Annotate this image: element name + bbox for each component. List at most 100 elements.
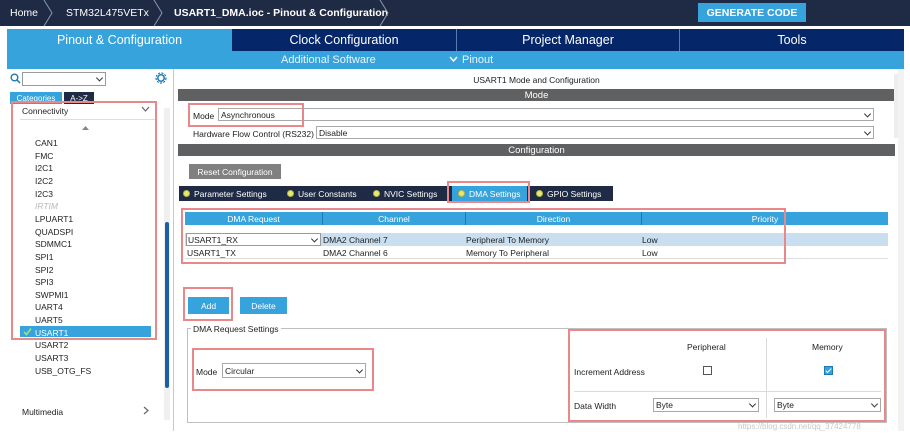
hardware-flow-control-label: Hardware Flow Control (RS232): [193, 129, 314, 139]
memory-increment-checkbox[interactable]: [824, 366, 833, 375]
divider: [20, 119, 155, 120]
dma-mode-label: Mode: [196, 367, 218, 377]
group-title: DMA Request Settings: [191, 324, 281, 334]
sidebar-item-sdmmc1[interactable]: SDMMC1: [35, 239, 72, 249]
config-subtabs: Parameter Settings User Constants NVIC S…: [179, 186, 613, 201]
channel-cell: DMA2 Channel 7: [323, 234, 388, 245]
row-divider: [574, 391, 881, 392]
direction-cell: Peripheral To Memory: [466, 234, 549, 245]
priority-cell: Low: [642, 234, 658, 245]
sidebar-item-quadspi[interactable]: QUADSPI: [35, 227, 73, 237]
chevron-down-icon: [863, 109, 872, 118]
sidebar-item-usb_otg_fs[interactable]: USB_OTG_FS: [35, 366, 91, 376]
sidebar-item-swpmi1[interactable]: SWPMI1: [35, 290, 69, 300]
peripheral-header: Peripheral: [687, 342, 726, 352]
right-scrollbar[interactable]: [898, 69, 904, 431]
tab-tools[interactable]: Tools: [680, 29, 904, 51]
delete-button[interactable]: Delete: [240, 297, 287, 314]
group-multimedia[interactable]: Multimedia: [22, 407, 63, 417]
pinout-menu[interactable]: Pinout: [462, 51, 493, 69]
sidebar-item-lpuart1[interactable]: LPUART1: [35, 214, 73, 224]
tab-nvic-settings[interactable]: NVIC Settings: [373, 186, 437, 201]
chevron-down-icon: [355, 365, 364, 374]
mode-select[interactable]: Asynchronous: [218, 108, 874, 121]
gear-icon[interactable]: [155, 72, 167, 84]
sidebar-item-spi1[interactable]: SPI1: [35, 252, 53, 262]
chevron-down-icon: [95, 74, 104, 82]
breadcrumb-separator: [43, 0, 53, 26]
configuration-section-header: Configuration: [178, 144, 895, 156]
column-priority[interactable]: Priority: [642, 212, 888, 225]
column-channel[interactable]: Channel: [323, 212, 465, 225]
sidebar-item-i2c2[interactable]: I2C2: [35, 176, 53, 186]
add-button[interactable]: Add: [188, 297, 229, 314]
breadcrumb-project[interactable]: USART1_DMA.ioc - Pinout & Configuration: [164, 0, 394, 26]
tab-gpio-settings[interactable]: GPIO Settings: [536, 186, 601, 201]
check-icon: [825, 366, 832, 374]
sidebar-item-spi3[interactable]: SPI3: [35, 277, 53, 287]
column-dma-request[interactable]: DMA Request: [185, 212, 322, 225]
additional-software-link[interactable]: Additional Software: [281, 51, 376, 69]
sidebar-item-fmc[interactable]: FMC: [35, 151, 53, 161]
breadcrumb-mcu[interactable]: STM32L475VETx: [56, 0, 156, 26]
tab-user-constants[interactable]: User Constants: [287, 186, 357, 201]
tab-parameter-settings[interactable]: Parameter Settings: [183, 186, 267, 201]
dma-table-header: DMA Request Channel Direction Priority: [185, 212, 888, 225]
mode-section-header: Mode: [178, 89, 895, 101]
generate-code-button[interactable]: GENERATE CODE: [698, 3, 806, 22]
watermark-text: https://blog.csdn.net/qq_37424778: [738, 422, 861, 431]
tab-project-manager[interactable]: Project Manager: [457, 29, 679, 51]
chevron-down-icon: [748, 400, 757, 408]
sidebar-item-can1[interactable]: CAN1: [35, 138, 58, 148]
sort-icon[interactable]: [82, 126, 89, 133]
sidebar-item-uart5[interactable]: UART5: [35, 315, 63, 325]
status-dot-icon: [287, 190, 294, 197]
table-row[interactable]: USART1_RX DMA2 Channel 7 Peripheral To M…: [185, 233, 888, 246]
dma-request-select[interactable]: USART1_RX: [186, 233, 321, 246]
chevron-right-icon[interactable]: [143, 406, 149, 415]
group-connectivity[interactable]: Connectivity: [22, 106, 68, 116]
memory-data-width-select[interactable]: Byte: [774, 398, 881, 412]
peripheral-data-width-select[interactable]: Byte: [653, 398, 759, 412]
chevron-down-icon: [449, 56, 458, 63]
chevron-down-icon: [870, 400, 879, 408]
mode-label: Mode: [193, 111, 215, 121]
peripheral-increment-checkbox[interactable]: [703, 366, 712, 375]
tab-categories[interactable]: Categories: [10, 92, 62, 104]
breadcrumb-separator: [153, 0, 163, 26]
table-row[interactable]: USART1_TX DMA2 Channel 6 Memory To Perip…: [185, 246, 888, 259]
sub-tab-bar: Additional Software Pinout: [7, 51, 904, 69]
sidebar-item-usart1[interactable]: USART1: [35, 328, 68, 338]
column-direction[interactable]: Direction: [466, 212, 641, 225]
hardware-flow-control-select[interactable]: Disable: [316, 126, 874, 139]
panel-title: USART1 Mode and Configuration: [473, 75, 600, 85]
sidebar-item-i2c3[interactable]: I2C3: [35, 189, 53, 199]
sidebar-item-uart4[interactable]: UART4: [35, 302, 63, 312]
main-tab-bar: Pinout & Configuration Clock Configurati…: [7, 29, 904, 51]
chevron-down-icon: [863, 127, 872, 136]
chevron-down-icon: [310, 234, 319, 243]
sidebar-item-usart3[interactable]: USART3: [35, 353, 68, 363]
tab-pinout-configuration[interactable]: Pinout & Configuration: [7, 29, 232, 51]
sidebar-item-irtim[interactable]: IRTIM: [35, 201, 58, 211]
tab-a-z[interactable]: A->Z: [64, 92, 94, 104]
sidebar-item-spi2[interactable]: SPI2: [35, 265, 53, 275]
sidebar-item-i2c1[interactable]: I2C1: [35, 163, 53, 173]
left-scrollbar-thumb[interactable]: [165, 222, 169, 388]
dma-mode-select[interactable]: Circular: [222, 363, 366, 378]
memory-header: Memory: [812, 342, 843, 352]
search-input[interactable]: [22, 72, 106, 86]
tab-dma-settings[interactable]: DMA Settings: [452, 186, 527, 201]
reset-configuration-button[interactable]: Reset Configuration: [189, 164, 281, 179]
status-dot-icon: [458, 190, 465, 197]
priority-cell: Low: [642, 247, 658, 258]
sidebar-item-usart2[interactable]: USART2: [35, 340, 68, 350]
channel-cell: DMA2 Channel 6: [323, 247, 388, 258]
dma-request-cell: USART1_TX: [187, 247, 236, 258]
status-dot-icon: [183, 190, 190, 197]
chevron-down-icon[interactable]: [141, 106, 150, 113]
column-divider: [766, 338, 767, 418]
tab-clock-configuration[interactable]: Clock Configuration: [232, 29, 456, 51]
breadcrumb-separator: [379, 0, 389, 26]
status-dot-icon: [373, 190, 380, 197]
